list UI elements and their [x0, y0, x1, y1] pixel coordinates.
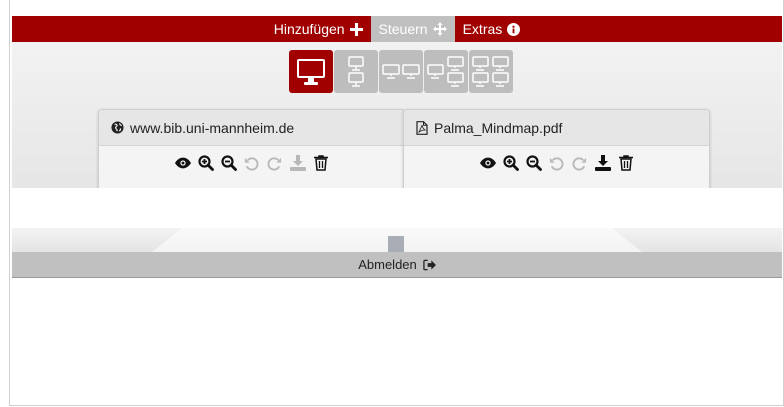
pdf-file-icon: [416, 120, 428, 135]
nav-control[interactable]: Steuern: [370, 16, 455, 42]
main-navbar: Hinzufügen Steuern Extras: [12, 16, 782, 42]
three-monitors-icon: [427, 55, 464, 87]
logout-label: Abmelden: [358, 257, 417, 272]
eye-icon[interactable]: [174, 155, 191, 171]
four-monitors-icon: [472, 55, 509, 87]
two-monitors-vertical-icon: [348, 55, 364, 87]
nav-extras-label: Extras: [462, 21, 503, 37]
logout-button[interactable]: Abmelden: [358, 257, 436, 272]
globe-icon: [111, 121, 124, 134]
download-icon[interactable]: [289, 155, 306, 171]
trash-icon[interactable]: [313, 155, 329, 171]
layout-three-button[interactable]: [424, 50, 468, 93]
monitor-stand-graphic: [152, 228, 642, 252]
layout-switcher: [289, 50, 513, 93]
panel-title: www.bib.uni-mannheim.de: [130, 119, 295, 136]
sign-out-icon: [423, 259, 436, 270]
window-panel-pdf: Palma_Mindmap.pdf: [403, 109, 710, 188]
redo-icon[interactable]: [267, 155, 283, 171]
move-icon: [432, 22, 447, 36]
layout-single-button[interactable]: [289, 50, 333, 93]
panel-header: Palma_Mindmap.pdf: [404, 110, 709, 146]
zoom-in-icon[interactable]: [502, 155, 519, 171]
layout-two-horizontal-button[interactable]: [379, 50, 423, 93]
nav-extras[interactable]: Extras: [455, 16, 529, 42]
zoom-in-icon[interactable]: [197, 155, 214, 171]
nav-add[interactable]: Hinzufügen: [266, 16, 371, 42]
monitor-backdrop: [12, 228, 782, 252]
undo-icon[interactable]: [244, 155, 260, 171]
layout-four-button[interactable]: [469, 50, 513, 93]
panel-toolbar: [404, 155, 709, 171]
download-icon[interactable]: [594, 155, 611, 171]
plus-icon: [349, 22, 363, 36]
zoom-out-icon[interactable]: [525, 155, 542, 171]
trash-icon[interactable]: [618, 155, 634, 171]
workspace: www.bib.uni-mannheim.de Palma_Mindmap.pd…: [12, 42, 782, 188]
redo-icon[interactable]: [572, 155, 588, 171]
panel-toolbar: [99, 155, 404, 171]
nav-control-label: Steuern: [378, 21, 428, 37]
eye-icon[interactable]: [479, 155, 496, 171]
footer-bar: Abmelden: [12, 252, 782, 278]
nav-add-label: Hinzufügen: [273, 21, 345, 37]
two-monitors-horizontal-icon: [382, 63, 420, 79]
zoom-out-icon[interactable]: [220, 155, 237, 171]
layout-two-vertical-button[interactable]: [334, 50, 378, 93]
window-panel-website: www.bib.uni-mannheim.de: [98, 109, 405, 188]
info-icon: [507, 22, 521, 36]
undo-icon[interactable]: [549, 155, 565, 171]
monitor-icon: [297, 58, 325, 85]
panel-title: Palma_Mindmap.pdf: [434, 119, 563, 136]
panel-header: www.bib.uni-mannheim.de: [99, 110, 404, 146]
